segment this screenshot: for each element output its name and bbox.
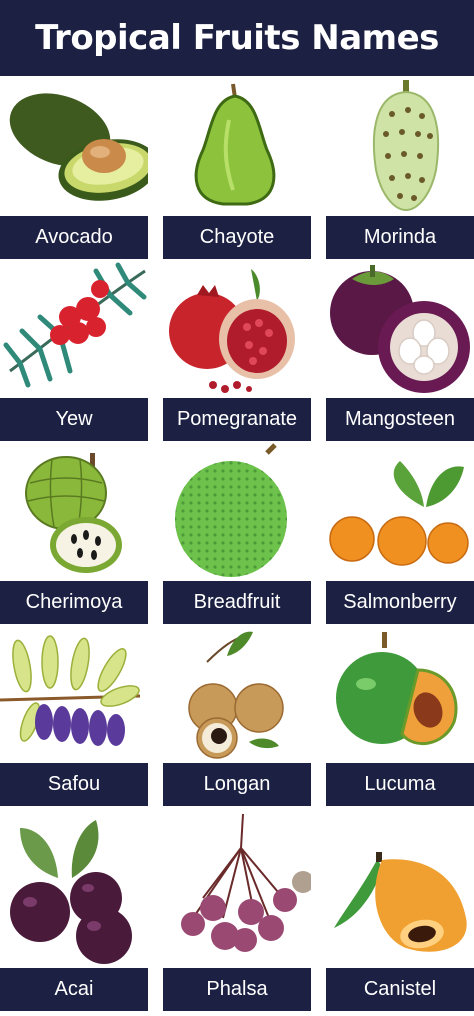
fruit-card-mangosteen: Mangosteen [326,261,474,443]
fruit-card-salmonberry: Salmonberry [326,443,474,626]
fruit-card-longan: Longan [163,626,311,808]
fruit-label: Cherimoya [0,581,148,624]
fruit-card-lucuma: Lucuma [326,626,474,808]
breadfruit-icon [163,443,311,581]
fruit-label: Pomegranate [163,398,311,441]
fruit-card-safou: Safou [0,626,148,808]
morinda-icon [326,80,474,216]
fruit-label: Morinda [326,216,474,259]
fruit-label: Yew [0,398,148,441]
fruit-card-avocado: Avocado [0,80,148,261]
fruit-label: Acai [0,968,148,1011]
fruit-label: Lucuma [326,763,474,806]
fruit-card-chayote: Chayote [163,80,311,261]
phalsa-icon [163,808,311,968]
yew-icon [0,261,148,398]
avocado-icon [0,80,148,216]
lucuma-icon [326,626,474,763]
mangosteen-icon [326,261,474,398]
fruit-card-pomegranate: Pomegranate [163,261,311,443]
cherimoya-icon [0,443,148,581]
pomegranate-icon [163,261,311,398]
fruit-label: Chayote [163,216,311,259]
fruit-label: Safou [0,763,148,806]
canistel-icon [326,808,474,968]
salmonberry-icon [326,443,474,581]
fruit-label: Avocado [0,216,148,259]
fruit-card-acai: Acai [0,808,148,1013]
fruit-label: Mangosteen [326,398,474,441]
fruit-card-phalsa: Phalsa [163,808,311,1013]
longan-icon [163,626,311,763]
fruit-card-yew: Yew [0,261,148,443]
fruit-label: Phalsa [163,968,311,1011]
fruit-card-morinda: Morinda [326,80,474,261]
chayote-icon [163,80,311,216]
safou-icon [0,626,148,763]
fruit-label: Breadfruit [163,581,311,624]
fruit-card-breadfruit: Breadfruit [163,443,311,626]
fruit-label: Longan [163,763,311,806]
page-title: Tropical Fruits Names [0,0,474,76]
fruit-card-canistel: Canistel [326,808,474,1013]
fruit-label: Salmonberry [326,581,474,624]
fruit-card-cherimoya: Cherimoya [0,443,148,626]
acai-icon [0,808,148,968]
fruit-label: Canistel [326,968,474,1011]
